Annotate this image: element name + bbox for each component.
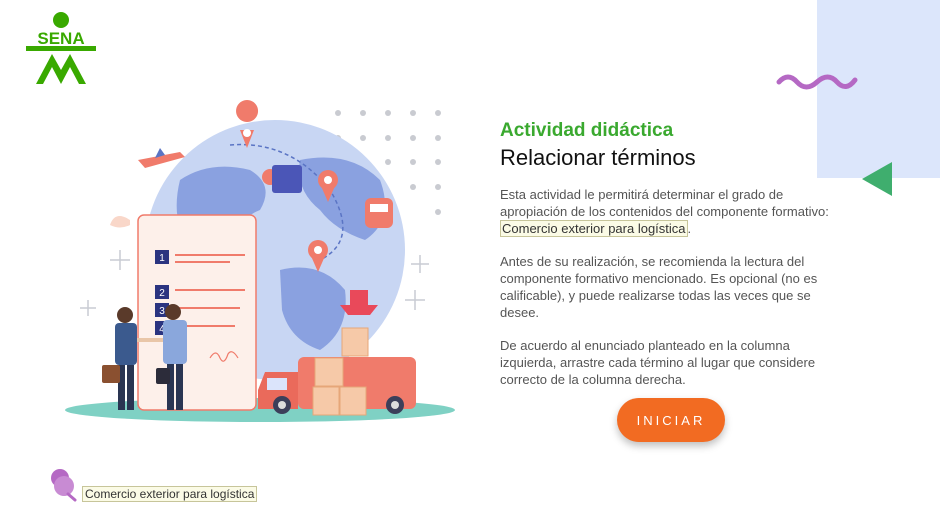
sena-logo-text: SENA — [37, 29, 84, 48]
footer-component-label[interactable]: Comercio exterior para logística — [82, 486, 258, 502]
person-right — [165, 304, 181, 320]
activity-recommendation: Antes de su realización, se recomienda l… — [500, 254, 818, 320]
description-end: . — [687, 221, 692, 236]
component-name-link[interactable]: Comercio exterior para logística — [500, 220, 688, 237]
activity-instructions: De acuerdo al enunciado planteado en la … — [500, 338, 816, 387]
activity-description: Esta actividad le permitirá determinar e… — [500, 186, 845, 237]
start-button[interactable]: INICIAR — [617, 398, 725, 442]
list-number-2: 2 — [159, 288, 165, 299]
triangle-decoration-icon — [862, 162, 892, 196]
description-text: Esta actividad le permitirá determinar e… — [500, 187, 829, 219]
activity-content: Actividad didáctica Relacionar términos … — [500, 120, 845, 404]
list-number-3: 3 — [159, 306, 165, 317]
footer: Comercio exterior para logística — [48, 466, 258, 502]
activity-subtitle: Actividad didáctica — [500, 120, 674, 141]
list-number-1: 1 — [159, 253, 165, 264]
wave-decoration-icon — [776, 74, 858, 90]
package-icon — [272, 165, 302, 193]
train-icon — [365, 198, 393, 228]
person-left — [117, 307, 133, 323]
logistics-illustration: 1 2 3 4 — [65, 100, 455, 422]
activity-title: Relacionar términos — [500, 145, 696, 170]
pin-icon — [51, 469, 77, 502]
sena-logo: SENA — [26, 12, 96, 84]
